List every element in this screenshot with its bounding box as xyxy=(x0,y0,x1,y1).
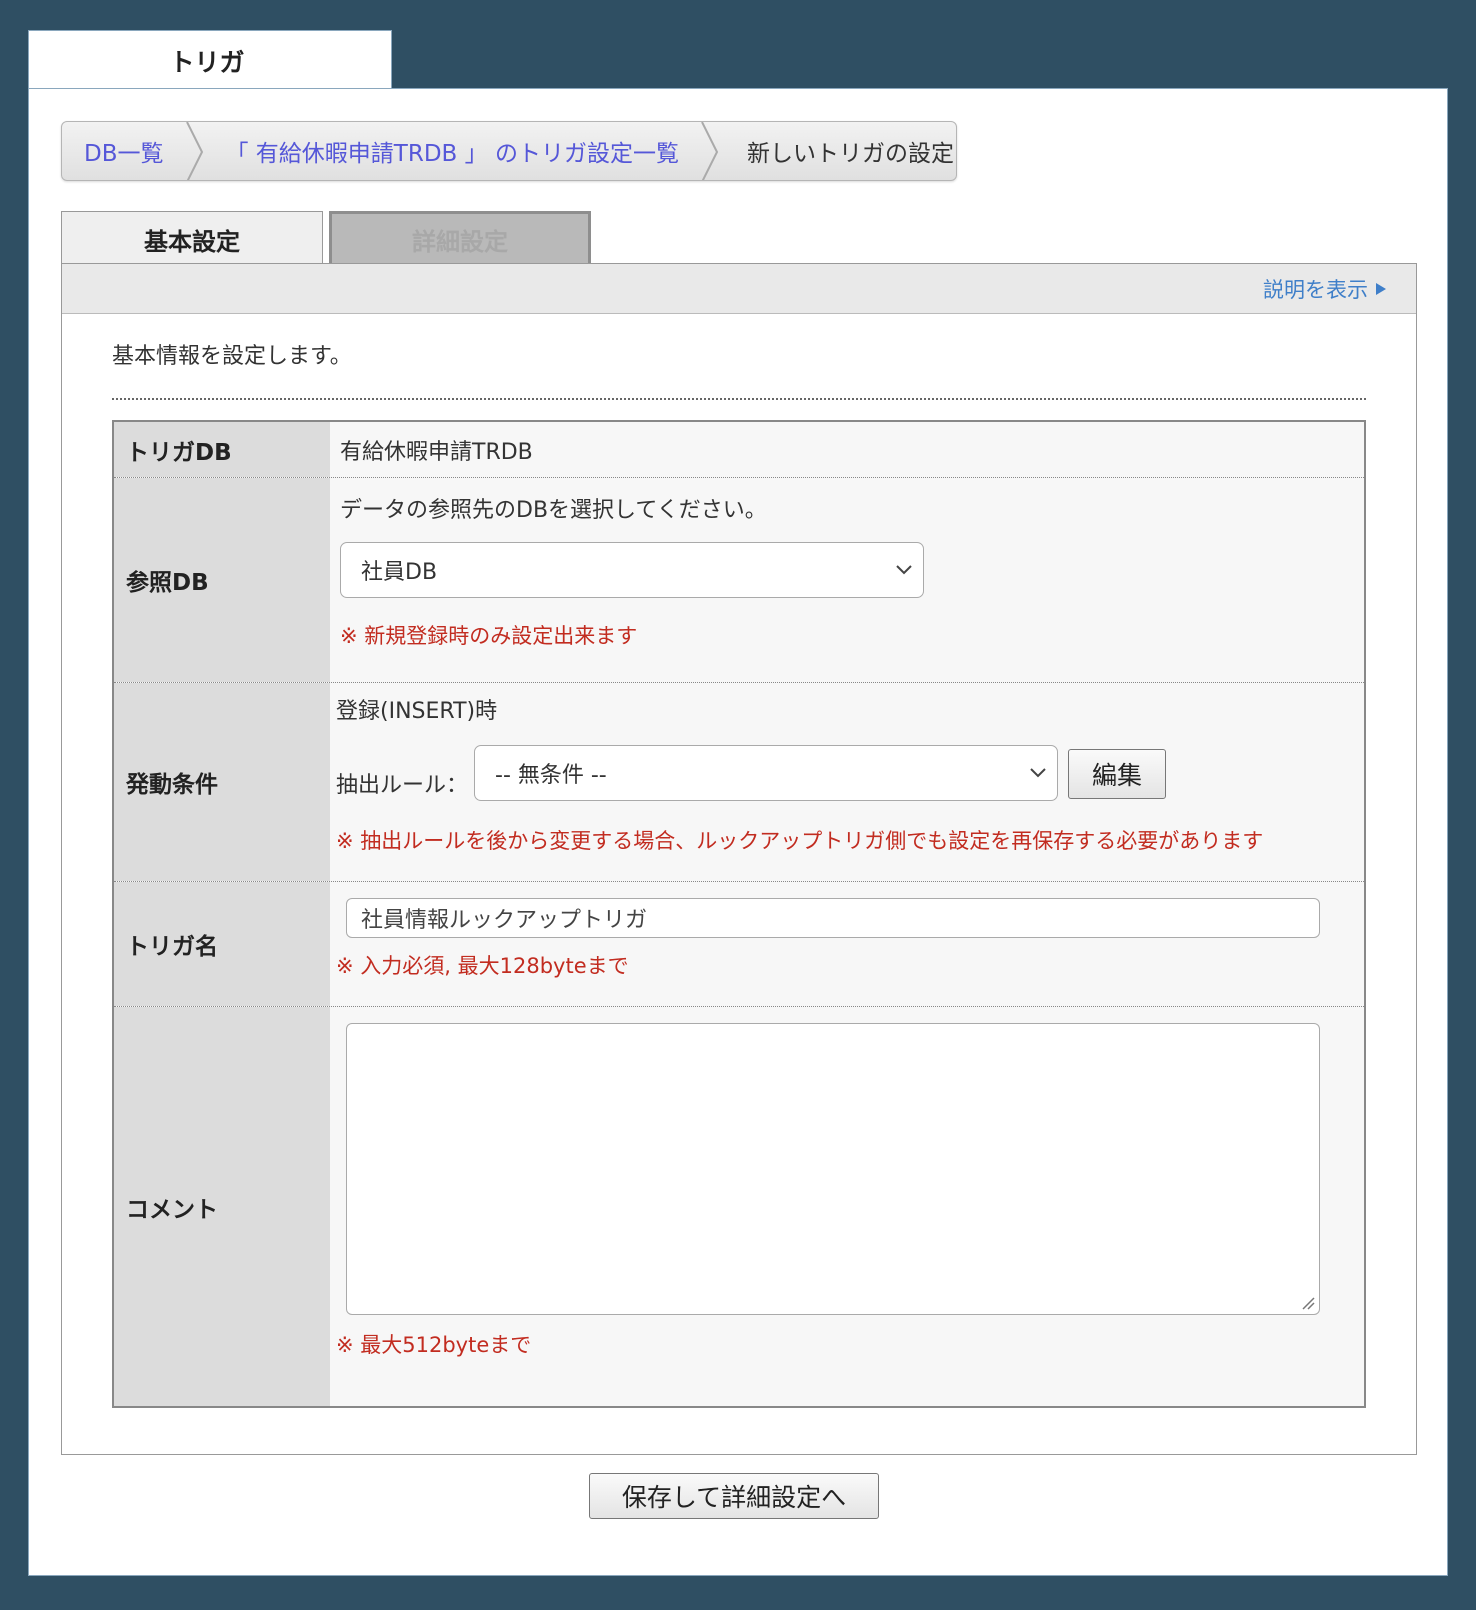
triangle-right-icon xyxy=(1376,282,1386,295)
comment-label: コメント xyxy=(114,1007,330,1406)
breadcrumb-separator-icon xyxy=(701,122,719,180)
show-help-link[interactable]: 説明を表示 xyxy=(1263,274,1386,304)
show-help-label: 説明を表示 xyxy=(1263,277,1368,302)
condition-event: 登録(INSERT)時 xyxy=(336,699,498,724)
chevron-down-icon xyxy=(1030,768,1046,778)
trigger-db-label: トリガDB xyxy=(114,422,330,477)
help-bar: 説明を表示 xyxy=(62,264,1416,314)
row-trigger-name: トリガ名 社員情報ルックアップトリガ ※ 入力必須, 最大128byteまで xyxy=(114,882,1364,1007)
main-panel: DB一覧 「 有給休暇申請TRDB 」 のトリガ設定一覧 新しいトリガの設定 基… xyxy=(28,88,1448,1576)
rule-select[interactable]: -- 無条件 -- xyxy=(474,745,1058,801)
tab-trigger-label: トリガ xyxy=(169,47,245,77)
ref-db-label: 参照DB xyxy=(114,478,330,682)
comment-note: ※ 最大512byteまで xyxy=(336,1333,532,1357)
ref-db-select[interactable]: 社員DB xyxy=(340,542,924,598)
row-comment: コメント ※ 最大512byteまで xyxy=(114,1007,1364,1406)
row-condition: 発動条件 登録(INSERT)時 抽出ルール： -- 無条件 -- 編集 ※ 抽… xyxy=(114,683,1364,882)
ref-db-note: ※ 新規登録時のみ設定出来ます xyxy=(340,624,638,648)
condition-label: 発動条件 xyxy=(114,683,330,881)
divider xyxy=(112,398,1366,400)
trigger-name-note: ※ 入力必須, 最大128byteまで xyxy=(336,954,629,978)
trigger-name-value: 社員情報ルックアップトリガ xyxy=(361,908,648,933)
breadcrumb-current: 新しいトリガの設定 xyxy=(746,141,954,167)
edit-rule-button[interactable]: 編集 xyxy=(1068,749,1166,799)
tab-basic-settings[interactable]: 基本設定 xyxy=(61,211,323,267)
rule-selected: -- 無条件 -- xyxy=(495,763,607,788)
intro-text: 基本情報を設定します。 xyxy=(112,344,352,369)
settings-content: 説明を表示 基本情報を設定します。 トリガDB 有給休暇申請TRDB 参照DB … xyxy=(61,263,1417,1455)
settings-form: トリガDB 有給休暇申請TRDB 参照DB データの参照先のDBを選択してくださ… xyxy=(112,420,1366,1408)
breadcrumb: DB一覧 「 有給休暇申請TRDB 」 のトリガ設定一覧 新しいトリガの設定 xyxy=(61,121,957,181)
resize-handle-icon[interactable] xyxy=(1301,1296,1315,1310)
chevron-down-icon xyxy=(896,565,912,575)
trigger-name-label: トリガ名 xyxy=(114,882,330,1006)
save-and-detail-button[interactable]: 保存して詳細設定へ xyxy=(589,1473,879,1519)
ref-db-instruction: データの参照先のDBを選択してください。 xyxy=(340,498,767,523)
trigger-db-value: 有給休暇申請TRDB xyxy=(340,439,533,465)
tab-trigger[interactable]: トリガ xyxy=(28,30,392,90)
tab-detail-settings[interactable]: 詳細設定 xyxy=(329,211,591,265)
breadcrumb-trigger-list[interactable]: 「 有給休暇申請TRDB 」 のトリガ設定一覧 xyxy=(204,122,701,180)
breadcrumb-db-list[interactable]: DB一覧 xyxy=(62,122,186,180)
row-trigger-db: トリガDB 有給休暇申請TRDB xyxy=(114,422,1364,478)
comment-textarea[interactable] xyxy=(346,1023,1320,1315)
row-ref-db: 参照DB データの参照先のDBを選択してください。 社員DB ※ 新規登録時のみ… xyxy=(114,478,1364,683)
rule-label: 抽出ルール： xyxy=(336,773,469,798)
ref-db-selected: 社員DB xyxy=(361,560,438,585)
condition-note: ※ 抽出ルールを後から変更する場合、ルックアップトリガ側でも設定を再保存する必要… xyxy=(336,829,1264,853)
breadcrumb-separator-icon xyxy=(185,122,204,180)
trigger-name-input[interactable]: 社員情報ルックアップトリガ xyxy=(346,898,1320,938)
